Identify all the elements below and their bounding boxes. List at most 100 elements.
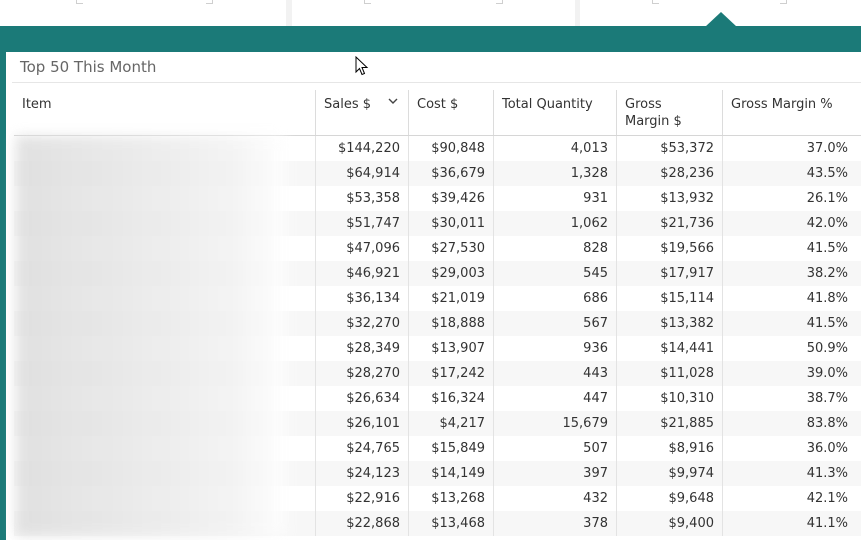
gross-margin-pct-cell: 37.0%	[722, 136, 856, 161]
sales-cell: $26,634	[315, 386, 408, 411]
quantity-cell: 936	[493, 336, 616, 361]
gross-margin-pct-cell: 41.3%	[722, 461, 856, 486]
sales-cell: $22,916	[315, 486, 408, 511]
cost-cell: $27,530	[408, 236, 493, 261]
card-corner-mark	[76, 0, 83, 4]
sales-cell: $24,765	[315, 436, 408, 461]
quantity-cell: 686	[493, 286, 616, 311]
gross-margin-cell: $10,310	[616, 386, 722, 411]
panel-title: Top 50 This Month	[20, 58, 157, 76]
top-card-2[interactable]	[292, 0, 575, 26]
gross-margin-cell: $9,974	[616, 461, 722, 486]
mouse-cursor-icon	[355, 56, 369, 76]
gross-margin-cell: $17,917	[616, 261, 722, 286]
card-corner-mark	[364, 0, 371, 4]
gross-margin-pct-cell: 83.8%	[722, 411, 856, 436]
gross-margin-cell: $19,566	[616, 236, 722, 261]
sales-cell: $51,747	[315, 211, 408, 236]
cost-cell: $13,268	[408, 486, 493, 511]
column-header-gross-margin[interactable]: Gross Margin $	[616, 90, 722, 135]
gross-margin-cell: $15,114	[616, 286, 722, 311]
column-header-total-quantity[interactable]: Total Quantity	[493, 90, 616, 135]
gross-margin-pct-cell: 39.0%	[722, 361, 856, 386]
table-header: Item Sales $ Cost $ Total Quantity Gross…	[14, 90, 861, 136]
sales-cell: $24,123	[315, 461, 408, 486]
quantity-cell: 828	[493, 236, 616, 261]
cost-cell: $18,888	[408, 311, 493, 336]
title-divider	[12, 82, 861, 83]
cost-cell: $29,003	[408, 261, 493, 286]
cost-cell: $36,679	[408, 161, 493, 186]
quantity-cell: 1,062	[493, 211, 616, 236]
gross-margin-pct-cell: 41.8%	[722, 286, 856, 311]
card-corner-mark	[496, 0, 503, 4]
gross-margin-pct-cell: 38.2%	[722, 261, 856, 286]
gross-margin-pct-cell: 41.5%	[722, 236, 856, 261]
gross-margin-cell: $14,441	[616, 336, 722, 361]
gross-margin-cell: $9,400	[616, 511, 722, 536]
cost-cell: $30,011	[408, 211, 493, 236]
cost-cell: $16,324	[408, 386, 493, 411]
column-header-cost[interactable]: Cost $	[408, 90, 493, 135]
cost-cell: $17,242	[408, 361, 493, 386]
gross-margin-cell: $13,382	[616, 311, 722, 336]
quantity-cell: 447	[493, 386, 616, 411]
gross-margin-pct-cell: 42.0%	[722, 211, 856, 236]
cost-cell: $13,468	[408, 511, 493, 536]
sales-cell: $46,921	[315, 261, 408, 286]
table-body: $144,220 $90,848 4,013 $53,372 37.0% $64,914 $…	[14, 136, 861, 536]
card-corner-mark	[206, 0, 213, 4]
quantity-cell: 432	[493, 486, 616, 511]
cost-cell: $13,907	[408, 336, 493, 361]
sales-cell: $22,868	[315, 511, 408, 536]
gross-margin-cell: $28,236	[616, 161, 722, 186]
quantity-cell: 545	[493, 261, 616, 286]
chevron-down-icon[interactable]	[388, 97, 398, 105]
gross-margin-cell: $11,028	[616, 361, 722, 386]
cost-cell: $4,217	[408, 411, 493, 436]
cost-cell: $15,849	[408, 436, 493, 461]
quantity-cell: 567	[493, 311, 616, 336]
card-corner-mark	[652, 0, 659, 4]
sales-cell: $26,101	[315, 411, 408, 436]
gross-margin-pct-cell: 41.5%	[722, 311, 856, 336]
sales-cell: $53,358	[315, 186, 408, 211]
quantity-cell: 4,013	[493, 136, 616, 161]
quantity-cell: 443	[493, 361, 616, 386]
quantity-cell: 1,328	[493, 161, 616, 186]
sales-cell: $144,220	[315, 136, 408, 161]
gross-margin-pct-cell: 36.0%	[722, 436, 856, 461]
column-header-gross-margin-pct[interactable]: Gross Margin %	[722, 90, 856, 135]
gross-margin-pct-cell: 41.1%	[722, 511, 856, 536]
gross-margin-pct-cell: 43.5%	[722, 161, 856, 186]
data-table: Item Sales $ Cost $ Total Quantity Gross…	[14, 90, 861, 536]
sales-cell: $47,096	[315, 236, 408, 261]
quantity-cell: 507	[493, 436, 616, 461]
gross-margin-pct-cell: 26.1%	[722, 186, 856, 211]
quantity-cell: 15,679	[493, 411, 616, 436]
top-card-1[interactable]	[0, 0, 286, 26]
cost-cell: $14,149	[408, 461, 493, 486]
quantity-cell: 378	[493, 511, 616, 536]
card-corner-mark	[780, 0, 787, 4]
gross-margin-pct-cell: 38.7%	[722, 386, 856, 411]
gross-margin-pct-cell: 50.9%	[722, 336, 856, 361]
gross-margin-cell: $13,932	[616, 186, 722, 211]
column-header-sales[interactable]: Sales $	[315, 90, 408, 135]
gross-margin-cell: $8,916	[616, 436, 722, 461]
sales-cell: $64,914	[315, 161, 408, 186]
gross-margin-cell: $9,648	[616, 486, 722, 511]
gross-margin-cell: $21,885	[616, 411, 722, 436]
cost-cell: $90,848	[408, 136, 493, 161]
sales-cell: $32,270	[315, 311, 408, 336]
quantity-cell: 931	[493, 186, 616, 211]
item-names-redacted	[16, 136, 286, 536]
sales-cell: $36,134	[315, 286, 408, 311]
quantity-cell: 397	[493, 461, 616, 486]
sales-cell: $28,270	[315, 361, 408, 386]
cost-cell: $39,426	[408, 186, 493, 211]
selected-card-pointer	[705, 12, 737, 27]
cost-cell: $21,019	[408, 286, 493, 311]
panel-header-bar	[0, 26, 861, 52]
column-header-item[interactable]: Item	[14, 90, 315, 135]
